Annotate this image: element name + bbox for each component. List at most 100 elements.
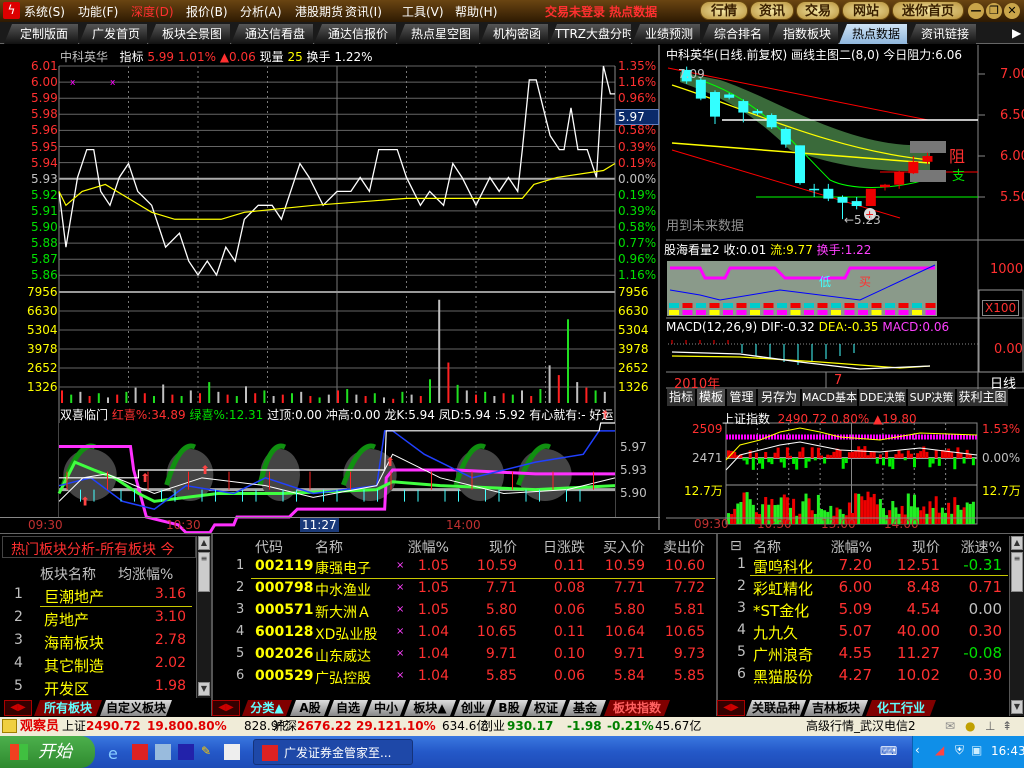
scroll-thumb[interactable]: ≡: [1011, 552, 1023, 592]
stock-name[interactable]: 康强电子: [315, 558, 371, 578]
stock-category-tab[interactable]: 分类▲: [242, 700, 292, 716]
scroll-up-icon[interactable]: ▲: [1011, 536, 1023, 550]
volume-indicator-block: [817, 303, 828, 308]
ktab-template[interactable]: 模板: [697, 389, 726, 406]
ie-icon[interactable]: e: [108, 744, 118, 763]
scroll-up-icon[interactable]: ▲: [198, 536, 210, 550]
tab-chemical-industry[interactable]: 化工行业: [866, 700, 936, 716]
sector-name[interactable]: 海南板块: [44, 632, 104, 653]
chart-app-icon[interactable]: [224, 744, 240, 760]
sector-name[interactable]: 巨潮地产: [44, 586, 104, 607]
column-toggle-icon[interactable]: ⊟: [730, 538, 742, 554]
tab-custom-sectors[interactable]: 自定义板块: [100, 700, 172, 716]
app-f-icon[interactable]: [178, 744, 194, 760]
stock-category-tab[interactable]: 创业: [454, 700, 492, 716]
volume-indicator-block: [750, 310, 760, 315]
stock-column-header[interactable]: 现价: [447, 537, 517, 557]
stock-column-header[interactable]: 代码: [255, 537, 283, 557]
stock-name[interactable]: 中水渔业: [315, 580, 371, 600]
scroll-thumb[interactable]: ≡: [198, 552, 210, 592]
stock-column-header[interactable]: 卖出价: [635, 537, 705, 557]
stock-price: 10.59: [476, 558, 517, 574]
related-column-header[interactable]: 涨幅%: [802, 537, 872, 557]
related-column-header[interactable]: 涨速%: [932, 537, 1002, 557]
related-column-header[interactable]: 现价: [870, 537, 940, 557]
sector-change: 3.16: [154, 586, 186, 602]
pen-icon[interactable]: ✎: [201, 744, 211, 758]
stock-pct: 1.05: [417, 558, 449, 574]
index-time-label: 13:00: [821, 517, 856, 531]
taskbar-window-button[interactable]: 广发证券金管家至...: [253, 739, 413, 765]
scroll-down-icon[interactable]: ▼: [198, 682, 210, 696]
stock-column-header[interactable]: 名称: [315, 537, 343, 557]
sector-change: 3.10: [154, 609, 186, 625]
stock-code[interactable]: 000571: [255, 602, 313, 618]
status-bar: 观察员 上证 2490.72 19.80 0.80% 828.9亿 沪深 267…: [0, 717, 1024, 736]
observer-label[interactable]: 观察员: [20, 717, 59, 736]
shield-icon[interactable]: ⛨: [955, 743, 964, 758]
ktab-dde[interactable]: DDE决策: [859, 389, 907, 406]
stock-price: 9.71: [485, 646, 517, 662]
volume-indicator-block: [831, 310, 841, 315]
ktab-indicator[interactable]: 指标: [667, 389, 696, 406]
ktab-manage[interactable]: 管理: [727, 389, 757, 406]
vol-indicator-name: 股海看量2: [664, 243, 720, 257]
mail-icon[interactable]: ✉: [945, 717, 955, 736]
index-pct: 0.80%: [831, 412, 870, 426]
scroll-down-icon[interactable]: ▼: [1011, 700, 1023, 714]
stock-tab-arrows[interactable]: ◀▶: [212, 700, 240, 716]
stock-code[interactable]: 000529: [255, 668, 313, 684]
stock-category-tab[interactable]: 基金: [564, 700, 606, 716]
tray-app-icon[interactable]: ◢: [935, 743, 944, 757]
stock-category-tab[interactable]: B股: [490, 700, 528, 716]
stock-category-tab[interactable]: 自选: [328, 700, 368, 716]
mark-icon: ×: [396, 626, 405, 637]
stock-category-tab[interactable]: 权证: [526, 700, 566, 716]
stock-name[interactable]: 广弘控股: [315, 668, 371, 688]
stock-name[interactable]: XD弘业股: [315, 624, 377, 644]
sector-tab-arrows[interactable]: ◀▶: [4, 700, 32, 716]
related-rank: 1: [737, 556, 746, 572]
index-mini-chart[interactable]: 上证指数 2490.72 0.80% ▲19.80 2509 2471 12.7…: [664, 406, 1024, 531]
stock-code[interactable]: 002119: [255, 558, 313, 574]
sector-scrollbar[interactable]: ▲ ≡ ▼: [196, 536, 211, 698]
stock-name[interactable]: 山东威达: [315, 646, 371, 666]
stock-category-tab[interactable]: 板块指数: [604, 700, 670, 716]
stock-category-tab[interactable]: A股: [290, 700, 330, 716]
related-speed: 0.71: [968, 578, 1002, 596]
tab-all-sectors[interactable]: 所有板块: [34, 700, 102, 716]
ktab-sup[interactable]: SUP决策: [908, 389, 956, 406]
stock-column-header[interactable]: 涨幅%: [379, 537, 449, 557]
daily-axis-label: 6.50: [1000, 108, 1024, 123]
start-button[interactable]: 开始: [0, 736, 95, 768]
sector-name[interactable]: 开发区: [44, 678, 89, 699]
ktab-save-as[interactable]: 另存为: [758, 389, 801, 406]
tab-jilin-sector[interactable]: 吉林板块: [804, 700, 868, 716]
ktab-macd[interactable]: MACD基本: [802, 389, 858, 406]
stock-code[interactable]: 600128: [255, 624, 313, 640]
stock-code[interactable]: 002026: [255, 646, 313, 662]
coin-icon[interactable]: ●: [965, 717, 975, 736]
stock-category-tab[interactable]: 板块▲: [404, 700, 456, 716]
related-column-header[interactable]: 名称: [753, 537, 781, 557]
stock-code[interactable]: 000798: [255, 580, 313, 596]
keyboard-icon[interactable]: ⌨: [880, 744, 897, 758]
sector-name[interactable]: 其它制造: [44, 655, 104, 676]
tab-related-stocks[interactable]: 关联品种: [746, 700, 806, 716]
related-tab-arrows[interactable]: ◀▶: [717, 700, 745, 716]
sector-change: 1.98: [154, 678, 186, 694]
ktab-profit[interactable]: 获利主图: [957, 389, 1009, 406]
sector-name[interactable]: 房地产: [44, 609, 89, 630]
tray-chevron-icon[interactable]: ‹: [915, 743, 920, 757]
vol-indicator-close: 收:0.01: [723, 243, 767, 257]
stock-category-tab[interactable]: 中小: [366, 700, 406, 716]
gf-app-icon[interactable]: [132, 744, 148, 760]
app-icon[interactable]: [155, 744, 171, 760]
related-name[interactable]: *ST金化: [753, 600, 809, 621]
network-icon[interactable]: ▣: [971, 743, 982, 757]
stock-name[interactable]: 新大洲Ａ: [315, 602, 371, 622]
volume-indicator-block: [858, 303, 868, 308]
related-scrollbar[interactable]: ▲ ≡ ▼: [1009, 536, 1024, 716]
server-name[interactable]: 高级行情_武汉电信2: [806, 717, 916, 736]
related-name[interactable]: 九九久: [753, 622, 798, 643]
